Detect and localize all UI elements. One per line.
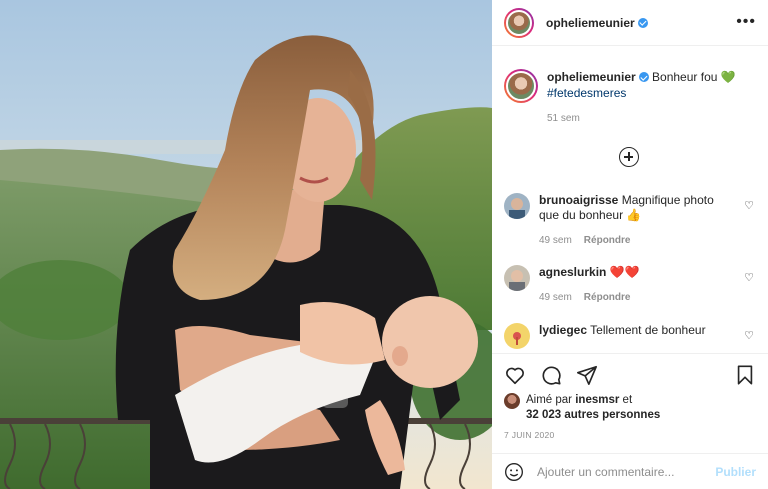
caption-username[interactable]: opheliemeunier xyxy=(547,70,636,84)
comment-like-heart-icon[interactable]: ♡ xyxy=(744,199,754,212)
green-heart-emoji: 💚 xyxy=(720,70,736,84)
commenter-avatar[interactable] xyxy=(504,265,530,291)
comment-username[interactable]: lydiegec xyxy=(539,323,587,337)
mother-holding-baby-image xyxy=(0,0,492,489)
comment-item: agneslurkin ❤️❤️ 49 sem Répondre ♡ xyxy=(504,265,760,305)
bookmark-icon[interactable] xyxy=(734,364,756,386)
caption-time: 51 sem xyxy=(547,113,580,124)
add-circle-icon[interactable] xyxy=(619,147,639,167)
comment-input[interactable]: Ajouter un commentaire... xyxy=(537,465,715,479)
post-actions: Aimé par inesmsr et 32 023 autres person… xyxy=(492,353,768,453)
share-icon[interactable] xyxy=(576,364,598,386)
comment-item: lydiegec Tellement de bonheur ♡ xyxy=(504,323,760,349)
more-options-icon[interactable]: ••• xyxy=(736,14,756,30)
comment-username[interactable]: agneslurkin xyxy=(539,265,606,279)
post-side-panel: opheliemeunier ••• opheliemeunier Bonheu… xyxy=(492,0,768,489)
caption-text: Bonheur fou xyxy=(652,70,718,84)
commenter-avatar[interactable] xyxy=(504,193,530,219)
post-caption: opheliemeunier Bonheur fou 💚 #fetedesmer… xyxy=(504,69,760,127)
caption-hashtag[interactable]: #fetedesmeres xyxy=(547,86,626,100)
comment-icon[interactable] xyxy=(540,364,562,386)
comment-like-heart-icon[interactable]: ♡ xyxy=(744,329,754,342)
comments-section: opheliemeunier Bonheur fou 💚 #fetedesmer… xyxy=(492,47,768,353)
thumbs-up-emoji: 👍 xyxy=(626,208,642,222)
commenter-avatar[interactable] xyxy=(504,323,530,349)
likes-summary: Aimé par inesmsr et 32 023 autres person… xyxy=(504,393,660,423)
post-header: opheliemeunier ••• xyxy=(492,0,768,46)
comment-time: 49 sem xyxy=(539,292,572,303)
red-hearts-emoji: ❤️❤️ xyxy=(609,265,640,279)
comment-item: brunoaigrisse Magnifique photo que du bo… xyxy=(504,193,760,248)
author-avatar[interactable] xyxy=(504,7,534,38)
likes-count[interactable]: 32 023 autres personnes xyxy=(526,409,660,421)
author-username[interactable]: opheliemeunier xyxy=(546,16,648,30)
action-bar xyxy=(504,364,756,386)
publish-button[interactable]: Publier xyxy=(715,465,756,479)
verified-badge-icon xyxy=(638,72,649,82)
post-date: 7 JUIN 2020 xyxy=(504,430,555,440)
instagram-post: opheliemeunier ••• opheliemeunier Bonheu… xyxy=(0,0,768,489)
comment-like-heart-icon[interactable]: ♡ xyxy=(744,271,754,284)
comment-username[interactable]: brunoaigrisse xyxy=(539,193,618,207)
liker-avatar[interactable] xyxy=(504,393,520,409)
reply-button[interactable]: Répondre xyxy=(584,235,631,246)
emoji-icon[interactable] xyxy=(504,462,524,482)
add-comment-bar: Ajouter un commentaire... Publier xyxy=(492,453,768,489)
post-photo[interactable] xyxy=(0,0,492,489)
caption-avatar[interactable] xyxy=(504,69,538,103)
comment-time: 49 sem xyxy=(539,235,572,246)
liker-username[interactable]: inesmsr xyxy=(575,394,619,406)
reply-button[interactable]: Répondre xyxy=(584,292,631,303)
verified-badge-icon xyxy=(637,17,648,28)
heart-icon[interactable] xyxy=(504,364,526,386)
comment-text: Tellement de bonheur xyxy=(590,323,706,337)
